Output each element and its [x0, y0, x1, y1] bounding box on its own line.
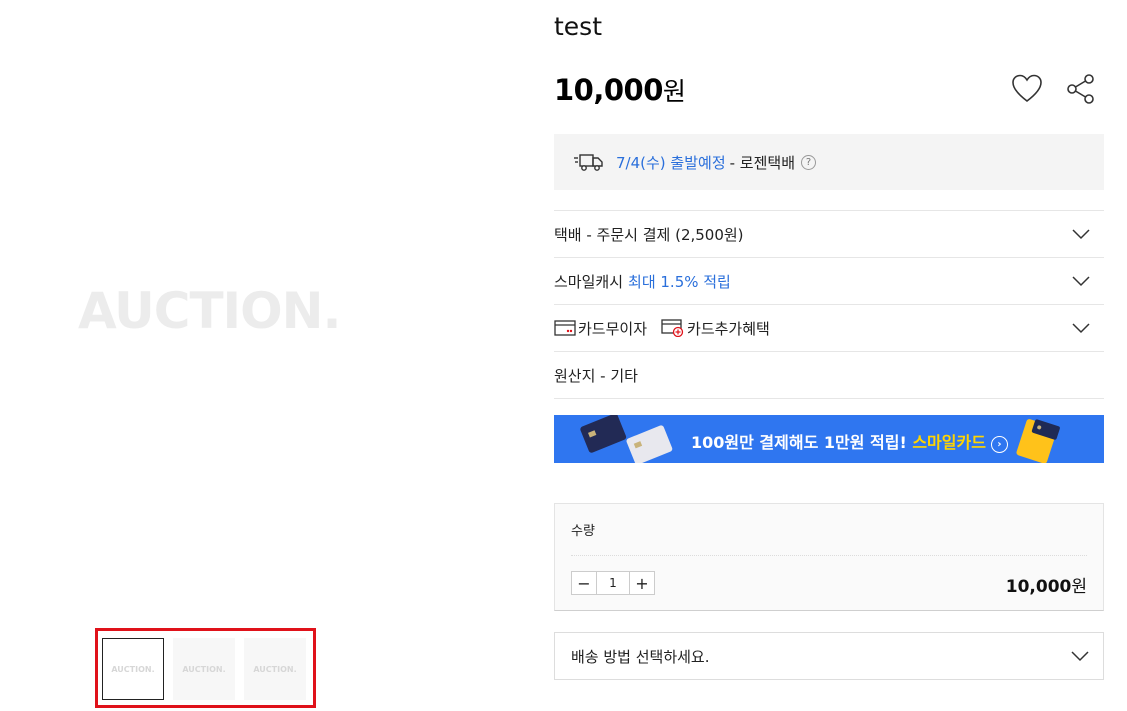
thumbnail-label: AUCTION.	[182, 664, 226, 674]
thumbnail-1[interactable]: AUCTION.	[102, 638, 164, 700]
product-price: 10,000원	[554, 72, 686, 108]
thumbnail-label: AUCTION.	[253, 664, 297, 674]
delivery-fee-text: 택배 - 주문시 결제 (2,500원)	[554, 225, 744, 244]
card-benefit-text: 카드추가혜택	[687, 319, 770, 338]
auction-logo-placeholder: AUCTION.	[78, 282, 342, 340]
share-icon	[1067, 74, 1094, 104]
card-benefit-row[interactable]: 카드무이자 카드추가혜택	[554, 304, 1104, 351]
decrease-button[interactable]: −	[572, 572, 596, 594]
chevron-down-icon	[1072, 323, 1090, 334]
smile-card-banner[interactable]: 100원만 결제해도 1만원 적립! 스마일카드 ›	[554, 415, 1104, 463]
thumbnail-3[interactable]: AUCTION.	[244, 638, 306, 700]
yellow-card-illustration	[1016, 419, 1060, 463]
card-installment-text: 카드무이자	[578, 319, 648, 338]
thumbnail-2[interactable]: AUCTION.	[173, 638, 235, 700]
card-icon	[554, 320, 576, 336]
total-number: 10,000	[1005, 577, 1072, 597]
delivery-fee-row[interactable]: 택배 - 주문시 결제 (2,500원)	[554, 210, 1104, 257]
quantity-total-price: 10,000원	[1006, 572, 1087, 597]
main-product-image: AUCTION.	[0, 0, 410, 620]
price-number: 10,000	[554, 73, 663, 107]
origin-row: 원산지 - 기타	[554, 351, 1104, 398]
delivery-method-select[interactable]: 배송 방법 선택하세요.	[554, 632, 1104, 680]
origin-text: 원산지 - 기타	[554, 366, 638, 385]
courier-name: - 로젠택배	[729, 153, 796, 172]
quantity-box: 수량 − 1 + 10,000원	[554, 503, 1104, 611]
quantity-input[interactable]: 1	[596, 572, 630, 594]
chevron-down-icon	[1071, 651, 1089, 662]
smile-cash-highlight: 최대 1.5% 적립	[628, 272, 731, 291]
heart-icon	[1012, 74, 1042, 103]
quantity-stepper: − 1 +	[571, 571, 655, 595]
divider	[554, 398, 1104, 399]
thumbnail-label: AUCTION.	[111, 664, 155, 674]
price-unit: 원	[662, 77, 686, 106]
total-unit: 원	[1071, 577, 1087, 597]
chevron-down-icon	[1072, 229, 1090, 240]
share-button[interactable]	[1064, 72, 1098, 106]
thumbnail-strip: AUCTION. AUCTION. AUCTION.	[95, 628, 316, 708]
quantity-label: 수량	[571, 524, 595, 539]
banner-highlight: 스마일카드	[912, 433, 986, 452]
banner-text: 100원만 결제해도 1만원 적립! 스마일카드 ›	[691, 429, 1008, 453]
arrow-right-icon: ›	[990, 436, 1008, 453]
card-illustration-left	[580, 415, 673, 463]
product-title: test	[554, 12, 603, 41]
smile-cash-row[interactable]: 스마일캐시 최대 1.5% 적립	[554, 257, 1104, 304]
help-icon[interactable]: ?	[801, 154, 817, 170]
divider	[571, 555, 1087, 556]
ship-date[interactable]: 7/4(수) 출발예정	[616, 152, 726, 173]
smile-cash-label: 스마일캐시	[554, 272, 624, 291]
increase-button[interactable]: +	[630, 572, 654, 594]
wishlist-heart-button[interactable]	[1010, 72, 1044, 106]
delivery-method-placeholder: 배송 방법 선택하세요.	[571, 647, 710, 666]
delivery-truck-icon	[574, 154, 603, 171]
banner-message: 100원만 결제해도 1만원 적립!	[691, 433, 907, 452]
chevron-down-icon	[1072, 276, 1090, 287]
card-plus-icon	[661, 319, 684, 337]
shipping-info-box: 7/4(수) 출발예정 - 로젠택배 ?	[554, 134, 1104, 190]
